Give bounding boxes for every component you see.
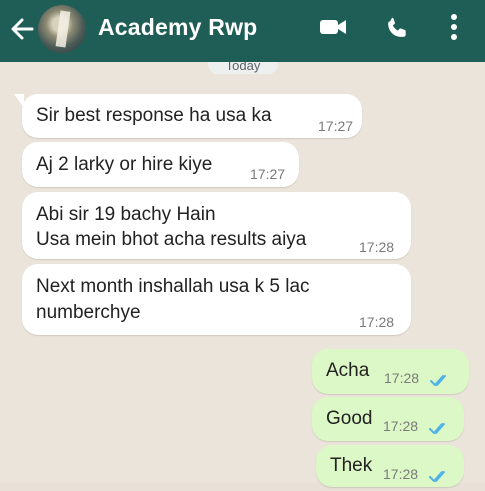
video-call-icon[interactable] bbox=[319, 16, 347, 38]
message-time: 17:27 bbox=[318, 118, 354, 134]
read-receipt-icon bbox=[429, 419, 451, 434]
message-bubble-incoming[interactable]: Aj 2 larky or hire kiye 17:27 bbox=[22, 142, 299, 187]
message-bubble-outgoing[interactable]: Thek 17:28 bbox=[316, 445, 464, 487]
phone-icon[interactable] bbox=[385, 15, 411, 41]
contact-name[interactable]: Academy Rwp bbox=[98, 14, 257, 41]
message-bubble-incoming[interactable]: Sir best response ha usa ka 17:27 bbox=[14, 94, 362, 138]
message-bubble-incoming[interactable]: Next month inshallah usa k 5 lac numberc… bbox=[22, 264, 411, 335]
message-text: Thek bbox=[330, 455, 373, 476]
back-arrow-icon[interactable] bbox=[6, 13, 38, 45]
message-time: 17:28 bbox=[359, 239, 395, 255]
message-text-line-2: numberchye bbox=[36, 302, 141, 323]
message-text: Sir best response ha usa ka bbox=[36, 105, 272, 126]
message-bubble-outgoing[interactable]: Good 17:28 bbox=[312, 397, 464, 441]
read-receipt-icon bbox=[430, 371, 452, 386]
message-time: 17:28 bbox=[383, 418, 419, 434]
message-text-line-2: Usa mein bhot acha results aiya bbox=[36, 229, 307, 250]
message-text-line-1: Next month inshallah usa k 5 lac bbox=[36, 276, 310, 297]
avatar[interactable] bbox=[38, 5, 86, 53]
message-text: Aj 2 larky or hire kiye bbox=[36, 154, 213, 175]
message-text: Good bbox=[326, 408, 373, 429]
chat-header: Academy Rwp bbox=[0, 0, 485, 62]
message-time: 17:28 bbox=[383, 466, 419, 482]
message-text-line-1: Abi sir 19 bachy Hain bbox=[36, 204, 216, 225]
more-options-icon[interactable] bbox=[448, 12, 460, 42]
date-chip: Today bbox=[208, 62, 278, 74]
message-time: 17:28 bbox=[384, 370, 420, 386]
message-time: 17:27 bbox=[250, 166, 286, 182]
message-text: Acha bbox=[326, 360, 370, 381]
message-bubble-incoming[interactable]: Abi sir 19 bachy Hain Usa mein bhot acha… bbox=[22, 192, 411, 259]
read-receipt-icon bbox=[429, 467, 451, 482]
message-bubble-outgoing[interactable]: Acha 17:28 bbox=[312, 349, 469, 394]
message-time: 17:28 bbox=[359, 314, 395, 330]
